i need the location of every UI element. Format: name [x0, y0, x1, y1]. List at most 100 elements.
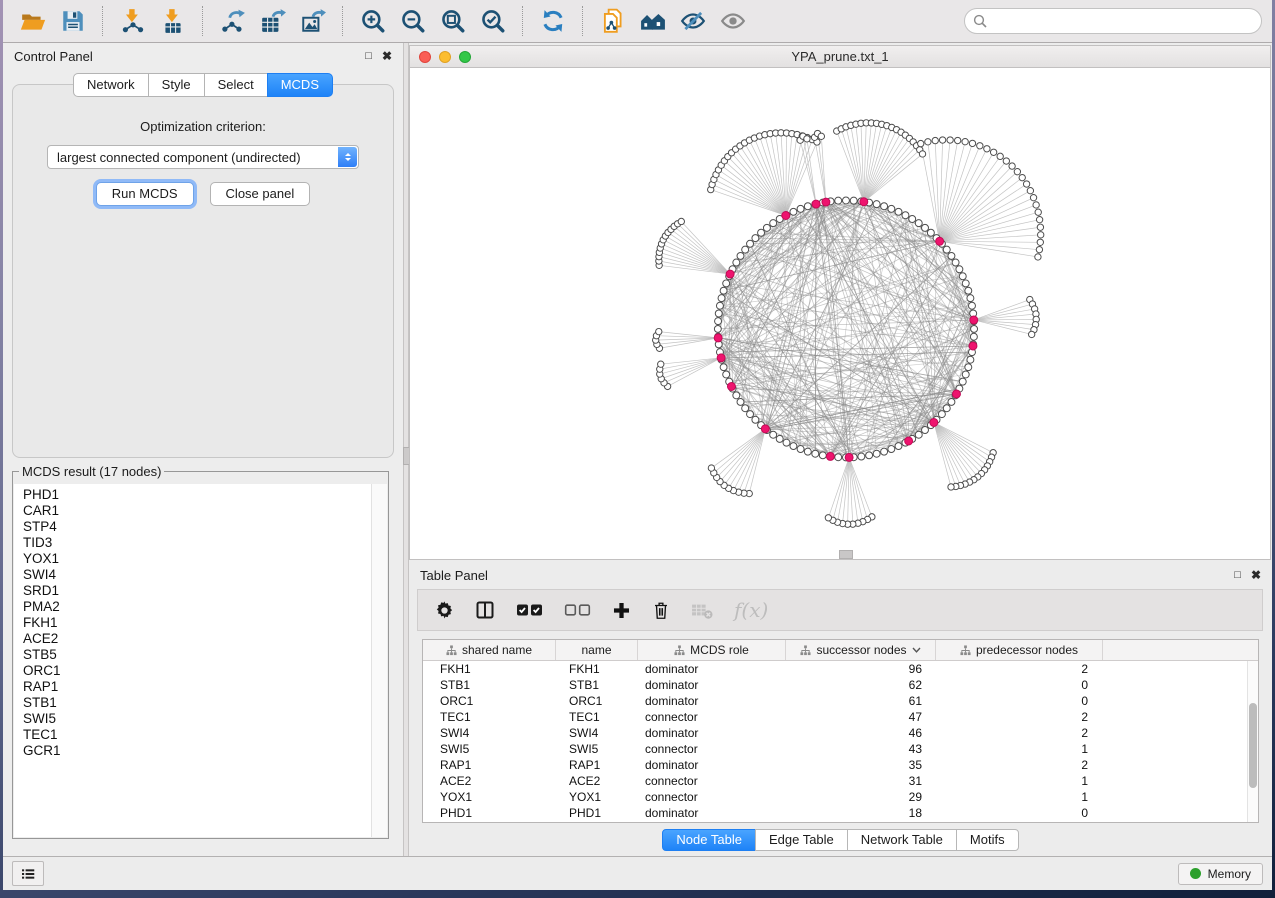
tab-network[interactable]: Network [73, 73, 149, 97]
mcds-result-item[interactable]: ACE2 [23, 631, 372, 647]
zoom-fit-icon[interactable] [438, 6, 468, 36]
mcds-result-list[interactable]: PHD1CAR1STP4TID3YOX1SWI4SRD1PMA2FKH1ACE2… [14, 484, 372, 837]
mcds-result-item[interactable]: TEC1 [23, 727, 372, 743]
cell-shared_name: SWI5 [423, 742, 556, 756]
zoom-in-icon[interactable] [358, 6, 388, 36]
clone-network-icon[interactable] [598, 6, 628, 36]
control-tabs: NetworkStyleSelectMCDS [3, 73, 403, 97]
mcds-result-item[interactable]: SWI4 [23, 567, 372, 583]
table-tabs: Node TableEdge TableNetwork TableMotifs [409, 829, 1272, 851]
close-panel-icon[interactable]: ✖ [382, 50, 392, 62]
cell-predecessor_nodes: 1 [936, 742, 1103, 756]
column-namespace-icon [800, 645, 811, 656]
table-scrollbar-thumb[interactable] [1249, 703, 1257, 788]
gear-icon[interactable] [435, 601, 454, 620]
criterion-select[interactable]: largest connected component (undirected) [47, 145, 359, 169]
table-body: FKH1FKH1dominator962STB1STB1dominator620… [423, 661, 1247, 822]
tab-mcds[interactable]: MCDS [267, 73, 333, 97]
memory-button[interactable]: Memory [1178, 863, 1263, 885]
cell-successor_nodes: 62 [786, 678, 936, 692]
table-row[interactable]: PHD1PHD1dominator180 [423, 805, 1247, 821]
network-titlebar: YPA_prune.txt_1 [410, 46, 1270, 68]
column-header-shared-name[interactable]: shared name [423, 640, 556, 660]
table-row[interactable]: SWI4SWI4dominator462 [423, 725, 1247, 741]
cell-shared_name: STB1 [423, 678, 556, 692]
table-row[interactable]: ORC1ORC1dominator610 [423, 693, 1247, 709]
search-box[interactable] [964, 8, 1262, 34]
table-row[interactable]: YOX1YOX1connector291 [423, 789, 1247, 805]
tab-network-table[interactable]: Network Table [847, 829, 957, 851]
cell-predecessor_nodes: 2 [936, 758, 1103, 772]
horizontal-splitter-handle[interactable] [839, 550, 853, 559]
open-file-icon[interactable] [18, 6, 48, 36]
cell-name: SWI5 [556, 742, 638, 756]
criterion-selected-value: largest connected component (undirected) [57, 150, 301, 165]
mcds-result-item[interactable]: SRD1 [23, 583, 372, 599]
delete-column-icon[interactable] [652, 600, 670, 620]
table-scrollbar[interactable] [1247, 661, 1258, 822]
import-table-icon[interactable] [158, 6, 188, 36]
mcds-result-item[interactable]: YOX1 [23, 551, 372, 567]
mcds-result-item[interactable]: STB5 [23, 647, 372, 663]
zoom-out-icon[interactable] [398, 6, 428, 36]
float-panel-icon[interactable]: □ [365, 51, 372, 62]
deselect-all-icon[interactable] [564, 601, 591, 619]
add-column-icon[interactable] [612, 601, 631, 620]
search-input[interactable] [993, 13, 1253, 30]
mcds-result-item[interactable]: TID3 [23, 535, 372, 551]
eye-icon[interactable] [718, 6, 748, 36]
cell-name: SWI4 [556, 726, 638, 740]
zoom-selected-icon[interactable] [478, 6, 508, 36]
export-table-icon[interactable] [258, 6, 288, 36]
table-row[interactable]: SWI5SWI5connector431 [423, 741, 1247, 757]
export-network-icon[interactable] [218, 6, 248, 36]
table-row[interactable]: STB1STB1dominator620 [423, 677, 1247, 693]
table-row[interactable]: FKH1FKH1dominator962 [423, 661, 1247, 677]
column-header-MCDS-role[interactable]: MCDS role [638, 640, 786, 660]
cell-mcds_role: dominator [638, 694, 786, 708]
table-row[interactable]: TEC1TEC1connector472 [423, 709, 1247, 725]
close-panel-button[interactable]: Close panel [210, 182, 311, 206]
close-table-panel-icon[interactable]: ✖ [1251, 569, 1261, 581]
import-network-icon[interactable] [118, 6, 148, 36]
column-label: name [581, 643, 611, 657]
table-panel-header: Table Panel □ ✖ [409, 562, 1272, 588]
toolbar-separator [342, 6, 344, 36]
column-header-name[interactable]: name [556, 640, 638, 660]
task-history-button[interactable] [12, 861, 44, 886]
mcds-result-item[interactable]: STB1 [23, 695, 372, 711]
run-mcds-button[interactable]: Run MCDS [96, 182, 194, 206]
mcds-result-item[interactable]: STP4 [23, 519, 372, 535]
float-table-panel-icon[interactable]: □ [1234, 570, 1241, 581]
save-session-icon[interactable] [58, 6, 88, 36]
eye-slash-icon[interactable] [678, 6, 708, 36]
select-all-icon[interactable] [516, 601, 543, 619]
tab-style[interactable]: Style [148, 73, 205, 97]
cell-predecessor_nodes: 0 [936, 806, 1103, 820]
mcds-result-item[interactable]: ORC1 [23, 663, 372, 679]
mcds-result-item[interactable]: CAR1 [23, 503, 372, 519]
cell-shared_name: TEC1 [423, 710, 556, 724]
table-row[interactable]: ACE2ACE2connector311 [423, 773, 1247, 789]
houses-icon[interactable] [638, 6, 668, 36]
select-stepper-icon [338, 147, 357, 167]
mcds-result-item[interactable]: SWI5 [23, 711, 372, 727]
network-canvas[interactable] [410, 68, 1270, 559]
tab-motifs[interactable]: Motifs [956, 829, 1019, 851]
columns-icon[interactable] [475, 600, 495, 620]
tab-select[interactable]: Select [204, 73, 268, 97]
column-header-predecessor-nodes[interactable]: predecessor nodes [936, 640, 1103, 660]
mcds-result-item[interactable]: FKH1 [23, 615, 372, 631]
tab-edge-table[interactable]: Edge Table [755, 829, 848, 851]
column-header-successor-nodes[interactable]: successor nodes [786, 640, 936, 660]
refresh-icon[interactable] [538, 6, 568, 36]
export-image-icon[interactable] [298, 6, 328, 36]
mcds-result-item[interactable]: RAP1 [23, 679, 372, 695]
mcds-result-scrollbar[interactable] [371, 484, 387, 837]
mcds-result-item[interactable]: PMA2 [23, 599, 372, 615]
tab-node-table[interactable]: Node Table [662, 829, 756, 851]
mcds-result-item[interactable]: GCR1 [23, 743, 372, 759]
mcds-result-item[interactable]: PHD1 [23, 487, 372, 503]
table-row[interactable]: RAP1RAP1dominator352 [423, 757, 1247, 773]
app-window: Control Panel □ ✖ NetworkStyleSelectMCDS… [3, 0, 1272, 890]
